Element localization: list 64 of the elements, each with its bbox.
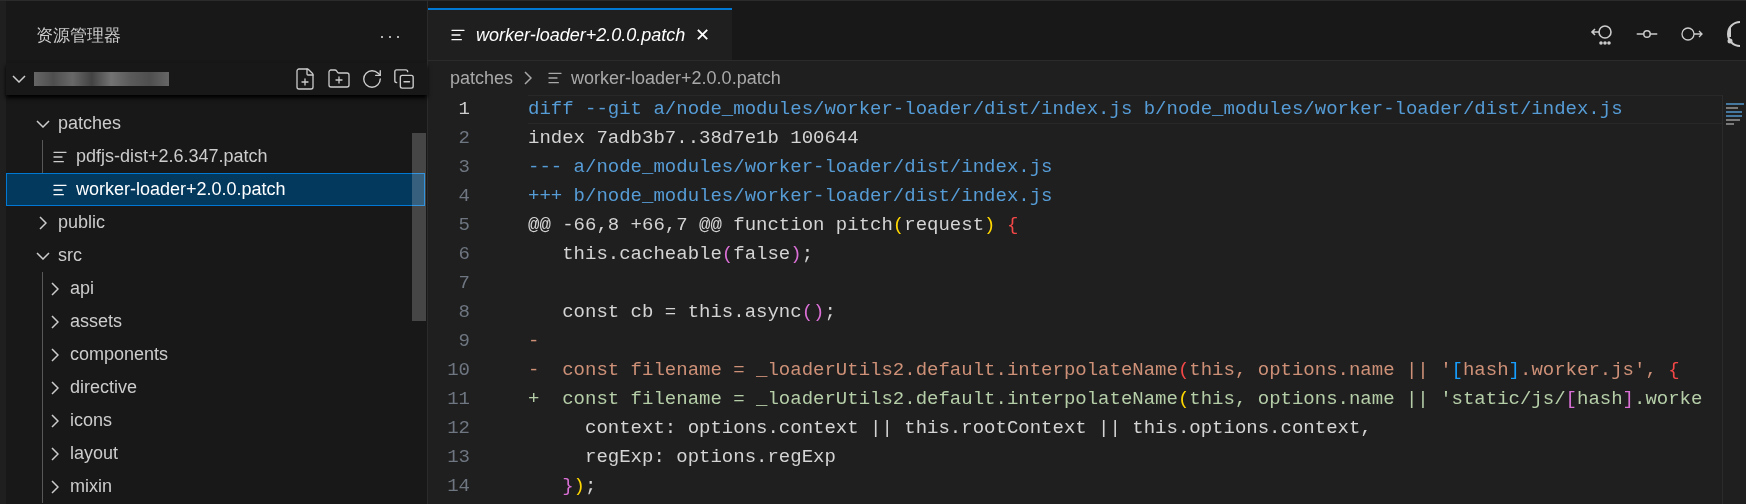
tree-item[interactable]: patches — [6, 107, 425, 140]
line-number: 9 — [457, 329, 470, 355]
more-actions-button[interactable]: ··· — [379, 22, 403, 50]
tree-item[interactable]: public — [6, 206, 425, 239]
code-line: const cb = this.async(); — [561, 300, 836, 326]
code-line: regExp: options.regExp — [584, 445, 836, 471]
tree-item[interactable]: components — [6, 338, 425, 371]
code-line: diff --git a/node_modules/worker-loader/dist/index.js b/node_modules/worker-loader/dist/index.js — [528, 97, 1623, 123]
chevron-icon — [36, 119, 50, 128]
tree-item[interactable]: pdfjs-dist+2.6.347.patch — [6, 140, 425, 173]
tree-item[interactable]: api — [6, 272, 425, 305]
line-number: 12 — [446, 416, 470, 442]
code-line: context: options.context || this.rootContext || this.options.context, — [584, 416, 1372, 442]
code-line: - const filename = _loaderUtils2.default.interpolateName(this, options.name || '[hash].worker.js', { — [528, 358, 1680, 384]
code-line: index 7adb3b7..38d7e1b 100644 — [528, 126, 859, 152]
chevron-icon — [51, 413, 59, 428]
tree-item[interactable]: assets — [6, 305, 425, 338]
chevron-icon — [51, 314, 59, 329]
chevron-icon — [51, 347, 59, 362]
explorer-title: 资源管理器 — [36, 25, 121, 48]
chevron-icon — [39, 215, 47, 230]
tree-item[interactable]: worker-loader+2.0.0.patch — [6, 173, 425, 206]
line-number: 7 — [457, 271, 470, 297]
line-number: 5 — [457, 213, 470, 239]
file-lines-icon — [547, 70, 564, 86]
chevron-icon — [51, 380, 59, 395]
chevron-icon — [51, 479, 59, 494]
line-number: 11 — [446, 387, 470, 413]
refresh-icon[interactable] — [361, 68, 383, 90]
code-line: - — [528, 329, 540, 355]
code-line: +++ b/node_modules/worker-loader/dist/index.js — [528, 184, 1053, 210]
tree-item[interactable]: icons — [6, 404, 425, 437]
chevron-icon — [51, 446, 59, 461]
line-number: 13 — [446, 445, 470, 471]
code-line: @@ -66,8 +66,7 @@ function pitch(request) { — [528, 213, 1019, 239]
collapse-icon[interactable] — [393, 68, 415, 90]
code-line: --- a/node_modules/worker-loader/dist/index.js — [528, 155, 1053, 181]
line-number: 6 — [457, 242, 470, 268]
line-number: 8 — [457, 300, 470, 326]
breadcrumb-item[interactable]: worker-loader+2.0.0.patch — [571, 64, 781, 92]
line-number: 14 — [446, 474, 470, 500]
tree-item[interactable]: src — [6, 239, 425, 272]
code-line: this.cacheable(false); — [561, 242, 814, 268]
file-lines-icon — [450, 27, 466, 43]
code-line: + const filename = _loaderUtils2.default.interpolateName(this, options.name || 'static/js/[hash].worke — [528, 387, 1703, 413]
tree-item[interactable]: directive — [6, 371, 425, 404]
line-number: 10 — [446, 358, 470, 384]
new-file-icon[interactable] — [293, 67, 317, 91]
editor-tab[interactable]: worker-loader+2.0.0.patch ✕ — [428, 8, 733, 60]
line-number: 1 — [457, 97, 470, 123]
chevron-icon — [36, 251, 50, 260]
code-line: }); — [561, 474, 597, 500]
line-number: 4 — [457, 184, 470, 210]
chevron-icon — [524, 71, 533, 85]
tree-item[interactable]: mixin — [6, 470, 425, 503]
new-folder-icon[interactable] — [327, 67, 351, 91]
close-tab-button[interactable]: ✕ — [695, 21, 711, 49]
scrollbar-thumb[interactable] — [412, 133, 426, 321]
tree-item[interactable]: layout — [6, 437, 425, 470]
breadcrumb-item[interactable]: patches — [450, 64, 514, 92]
line-number: 2 — [457, 126, 470, 152]
line-number: 3 — [457, 155, 470, 181]
chevron-icon — [51, 281, 59, 296]
chevron-icon[interactable] — [12, 75, 26, 83]
